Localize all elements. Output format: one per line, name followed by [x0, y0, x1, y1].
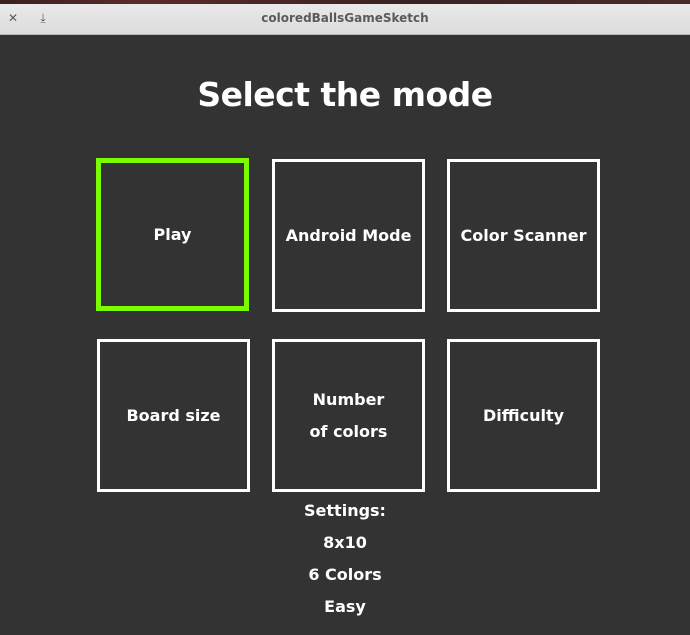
difficulty-label: Difficulty	[482, 405, 565, 425]
color-scanner-button[interactable]: Color Scanner	[447, 159, 600, 312]
android-mode-button[interactable]: Android Mode	[272, 159, 425, 312]
window-titlebar: ✕ ⤓ coloredBallsGameSketch	[0, 0, 690, 35]
main-area: Select the mode Play Android Mode Color …	[0, 35, 690, 635]
settings-difficulty: Easy	[324, 597, 366, 616]
window-title: coloredBallsGameSketch	[261, 11, 429, 25]
settings-title: Settings:	[304, 501, 386, 520]
number-of-colors-label-line1: Number	[312, 389, 385, 409]
settings-colors: 6 Colors	[308, 565, 382, 584]
settings-summary: Settings: 8x10 6 Colors Easy	[0, 500, 690, 628]
color-scanner-label: Color Scanner	[460, 225, 587, 245]
page-title: Select the mode	[197, 75, 493, 114]
play-label: Play	[153, 224, 192, 244]
number-of-colors-button[interactable]: Number of colors	[272, 339, 425, 492]
android-mode-label: Android Mode	[285, 225, 412, 245]
settings-board-size: 8x10	[323, 533, 367, 552]
number-of-colors-label-line2: of colors	[309, 421, 388, 441]
board-size-label: Board size	[126, 405, 221, 425]
board-size-button[interactable]: Board size	[97, 339, 250, 492]
difficulty-button[interactable]: Difficulty	[447, 339, 600, 492]
play-button[interactable]: Play	[96, 158, 249, 311]
